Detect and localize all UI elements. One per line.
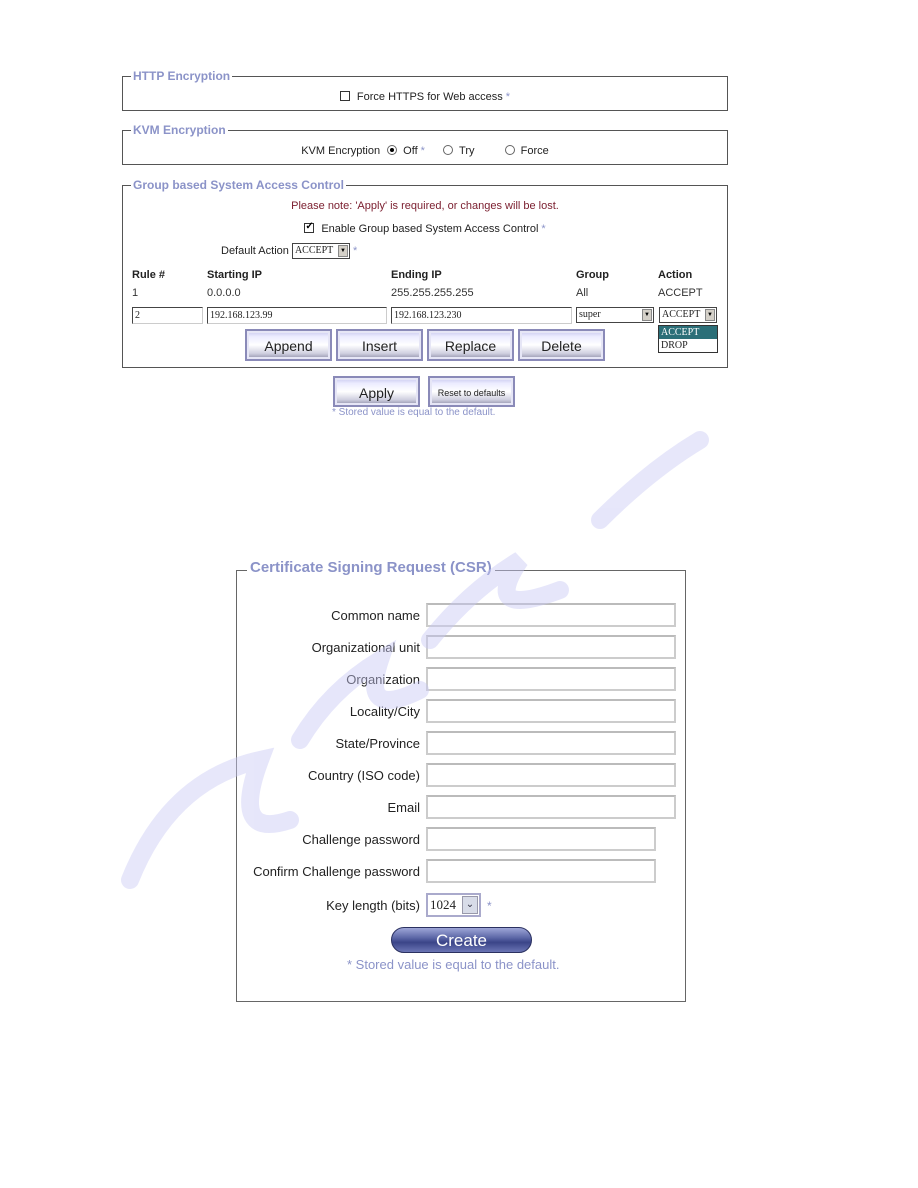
kvm-encryption-fieldset: KVM Encryption KVM Encryption Off * Try F… <box>122 122 728 165</box>
action-option-accept[interactable]: ACCEPT <box>659 326 717 339</box>
chevron-down-icon: ▼ <box>642 309 652 321</box>
csr-field-label: Challenge password <box>302 832 420 847</box>
csr-field-input[interactable] <box>426 635 676 659</box>
kvm-encryption-row: KVM Encryption Off * Try Force <box>123 144 727 158</box>
access-control-legend: Group based System Access Control <box>131 177 346 193</box>
kvm-force-radio[interactable] <box>504 145 515 155</box>
chevron-down-icon: ▼ <box>337 245 348 257</box>
default-action-select[interactable]: ACCEPT ▼ <box>291 243 350 259</box>
reset-to-defaults-button[interactable]: Reset to defaults <box>428 376 515 407</box>
action-select-value: ACCEPT <box>662 309 701 320</box>
kvm-off-radio[interactable] <box>387 145 398 155</box>
insert-button[interactable]: Insert <box>336 329 423 361</box>
csr-field-label: Email <box>387 800 420 815</box>
action-option-drop[interactable]: DROP <box>659 339 717 352</box>
csr-field-label: Common name <box>331 608 420 623</box>
col-rule: Rule # <box>132 269 166 281</box>
http-encryption-fieldset: HTTP Encryption Force HTTPS for Web acce… <box>122 68 728 111</box>
group-cell: All <box>576 287 589 299</box>
csr-field-input[interactable] <box>426 667 676 691</box>
action-dropdown-list: ACCEPT DROP <box>658 325 718 353</box>
key-length-label: Key length (bits) <box>326 898 420 913</box>
stored-default-footnote: * Stored value is equal to the default. <box>332 407 496 418</box>
kvm-off-label: Off <box>403 145 418 157</box>
delete-button[interactable]: Delete <box>518 329 605 361</box>
csr-field-label: Country (ISO code) <box>308 768 420 783</box>
csr-field-label: Organization <box>346 672 420 687</box>
key-length-value: 1024 <box>430 897 456 912</box>
csr-field-input[interactable] <box>426 859 656 883</box>
action-cell: ACCEPT <box>658 287 703 299</box>
csr-field-input[interactable] <box>426 827 656 851</box>
enable-access-control-row: Enable Group based System Access Control… <box>123 220 727 236</box>
csr-field-input[interactable] <box>426 699 676 723</box>
kvm-encryption-label: KVM Encryption <box>301 145 381 157</box>
rule-number-input[interactable]: 2 <box>132 307 203 324</box>
group-select[interactable]: super ▼ <box>576 307 654 323</box>
default-star: * <box>541 223 546 235</box>
default-action-label: Default Action <box>221 244 289 257</box>
default-action-row: Default Action ACCEPT ▼ * <box>221 243 357 259</box>
csr-field-input[interactable] <box>426 795 676 819</box>
apply-required-note: Please note: 'Apply' is required, or cha… <box>291 200 559 212</box>
access-control-fieldset: Group based System Access Control Please… <box>122 177 728 368</box>
ending-ip-input[interactable]: 192.168.123.230 <box>391 307 572 324</box>
kvm-force-label: Force <box>520 145 549 157</box>
default-star: * <box>487 899 492 913</box>
http-encryption-legend: HTTP Encryption <box>131 68 233 84</box>
default-action-value: ACCEPT <box>294 245 334 256</box>
col-group: Group <box>576 269 609 281</box>
force-https-row: Force HTTPS for Web access * <box>123 90 727 104</box>
csr-field-input[interactable] <box>426 603 676 627</box>
replace-button[interactable]: Replace <box>427 329 514 361</box>
key-length-select[interactable]: 1024 ⌄ <box>426 893 481 917</box>
csr-fieldset: Certificate Signing Request (CSR) Common… <box>236 560 686 1002</box>
chevron-down-icon: ▼ <box>705 309 715 321</box>
col-action: Action <box>658 269 693 281</box>
start-ip-cell: 0.0.0.0 <box>207 287 241 299</box>
default-star: * <box>505 91 511 103</box>
csr-stored-default-footnote: * Stored value is equal to the default. <box>347 957 560 972</box>
csr-legend: Certificate Signing Request (CSR) <box>247 560 495 576</box>
apply-button[interactable]: Apply <box>333 376 420 407</box>
csr-field-label: Confirm Challenge password <box>253 864 420 879</box>
force-https-label: Force HTTPS for Web access <box>356 91 503 103</box>
create-button[interactable]: Create <box>391 927 532 953</box>
csr-field-input[interactable] <box>426 731 676 755</box>
col-starting-ip: Starting IP <box>207 269 263 281</box>
default-star: * <box>420 145 425 157</box>
kvm-try-label: Try <box>459 145 475 157</box>
csr-field-label: Locality/City <box>349 704 420 719</box>
csr-field-label: Organizational unit <box>311 640 420 655</box>
chevron-down-icon: ⌄ <box>462 896 478 914</box>
starting-ip-input[interactable]: 192.168.123.99 <box>207 307 387 324</box>
enable-access-control-checkbox[interactable] <box>304 220 315 234</box>
default-star: * <box>352 244 358 257</box>
kvm-try-radio[interactable] <box>443 145 454 155</box>
csr-field-input[interactable] <box>426 763 676 787</box>
rule-cell: 1 <box>132 287 139 299</box>
enable-access-control-label: Enable Group based System Access Control <box>321 223 539 235</box>
col-ending-ip: Ending IP <box>391 269 442 281</box>
append-button[interactable]: Append <box>245 329 332 361</box>
csr-field-label: State/Province <box>335 736 420 751</box>
group-select-value: super <box>579 309 601 320</box>
kvm-encryption-legend: KVM Encryption <box>131 122 228 138</box>
force-https-checkbox[interactable] <box>339 91 350 101</box>
action-select[interactable]: ACCEPT ▼ <box>659 307 717 323</box>
end-ip-cell: 255.255.255.255 <box>391 287 474 299</box>
